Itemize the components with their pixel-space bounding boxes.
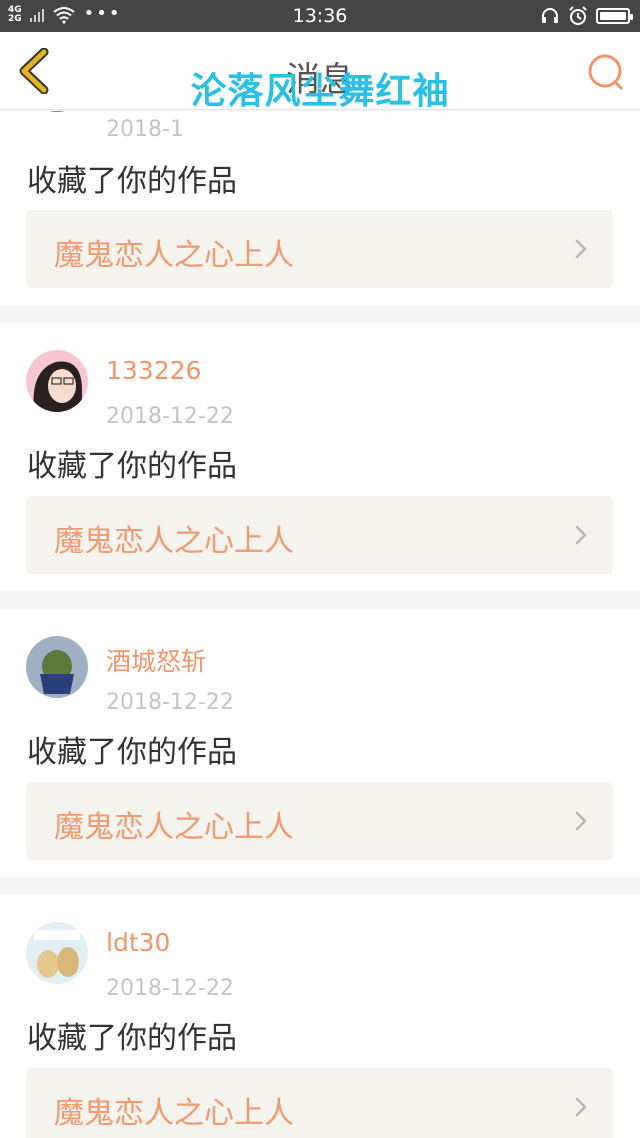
chevron-right-icon	[575, 811, 587, 831]
work-link[interactable]: 魔鬼恋人之心上人	[26, 1068, 613, 1138]
work-title: 魔鬼恋人之心上人	[54, 524, 294, 559]
username[interactable]: ldt30	[106, 928, 170, 957]
work-link[interactable]: 魔鬼恋人之心上人	[26, 496, 613, 574]
headset-icon	[542, 8, 558, 23]
message-card: ldt30 2018-12-22 收藏了你的作品 魔鬼恋人之心上人	[0, 895, 640, 1138]
battery-icon	[596, 8, 633, 24]
message-date: 2018-12-22	[106, 976, 234, 1001]
message-date: 2018-1	[106, 117, 184, 142]
work-title: 魔鬼恋人之心上人	[54, 238, 294, 273]
message-date: 2018-12-22	[106, 690, 234, 715]
message-card: 酒城怒斩 2018-12-22 收藏了你的作品 魔鬼恋人之心上人	[0, 609, 640, 877]
work-title: 魔鬼恋人之心上人	[54, 1096, 294, 1131]
chevron-right-icon	[575, 239, 587, 259]
chevron-right-icon	[575, 525, 587, 545]
work-link[interactable]: 魔鬼恋人之心上人	[26, 210, 613, 288]
alarm-icon	[569, 6, 587, 25]
username[interactable]: 133226	[106, 356, 201, 385]
action-text: 收藏了你的作品	[27, 1021, 237, 1056]
message-card: 133226 2018-12-22 收藏了你的作品 魔鬼恋人之心上人	[0, 323, 640, 591]
user-avatar[interactable]	[26, 350, 88, 412]
work-title: 魔鬼恋人之心上人	[54, 810, 294, 845]
action-text: 收藏了你的作品	[27, 449, 237, 484]
message-card: 2018-1 收藏了你的作品 魔鬼恋人之心上人	[0, 111, 640, 305]
message-list[interactable]: 2018-1 收藏了你的作品 魔鬼恋人之心上人 133226 2018-12-2…	[0, 111, 640, 1138]
action-text: 收藏了你的作品	[27, 735, 237, 770]
battery-fill	[600, 12, 626, 20]
work-link[interactable]: 魔鬼恋人之心上人	[26, 782, 613, 860]
status-right	[540, 6, 633, 26]
username[interactable]: 酒城怒斩	[106, 642, 206, 678]
message-date: 2018-12-22	[106, 404, 234, 429]
status-bar: 4G 2G ••• 13:36	[0, 0, 640, 32]
watermark-text: 沦落风尘舞红袖	[190, 71, 450, 112]
chevron-right-icon	[575, 1097, 587, 1117]
action-text: 收藏了你的作品	[27, 164, 237, 199]
user-avatar[interactable]	[26, 922, 88, 984]
user-avatar[interactable]	[26, 636, 88, 698]
